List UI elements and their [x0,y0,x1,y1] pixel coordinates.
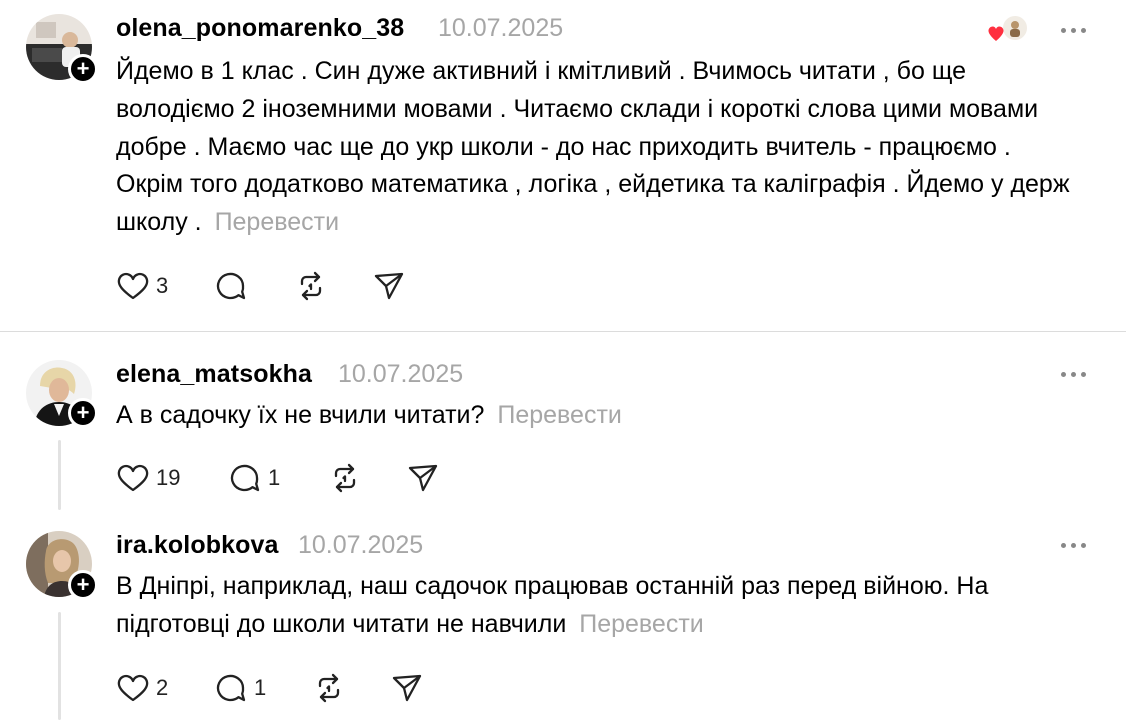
more-icon[interactable] [1061,371,1089,379]
repost-button[interactable] [312,670,346,706]
username[interactable]: elena_matsokha [116,360,312,389]
post-date: 10.07.2025 [298,531,424,559]
comment-icon [214,671,248,705]
like-button[interactable]: 3 [116,268,168,304]
heart-icon [116,270,150,302]
share-button[interactable] [390,670,424,706]
translate-link[interactable]: Перевести [579,610,704,638]
post-actions: 19 1 [116,460,446,496]
username[interactable]: olena_ponomarenko_38 [116,14,404,43]
reply-button[interactable]: 1 [214,670,266,706]
repost-icon [312,671,346,705]
follow-plus-icon[interactable]: + [68,54,98,84]
username[interactable]: ira.kolobkova [116,531,278,560]
repost-icon [294,269,328,303]
reply-button[interactable]: 1 [228,460,280,496]
like-count: 3 [156,273,169,298]
reply-button[interactable] [214,268,248,304]
post-date: 10.07.2025 [438,14,564,42]
translate-link[interactable]: Перевести [215,208,340,236]
post-body: В Дніпрі, наприклад, наш садочок працюва… [116,572,989,638]
like-button[interactable]: 19 [116,460,180,496]
heart-icon [116,462,150,494]
post-text: В Дніпрі, наприклад, наш садочок працюва… [116,568,1101,644]
post-actions: 2 1 [116,670,426,706]
post-body: А в садочку їх не вчили читати? [116,401,485,429]
share-icon [390,671,424,705]
more-icon[interactable] [1061,27,1089,35]
share-icon [372,269,406,303]
post-text: Йдемо в 1 клас . Син дуже активний і кмі… [116,53,1076,242]
translate-link[interactable]: Перевести [497,401,622,429]
share-button[interactable] [406,460,440,496]
thread-divider [0,331,1126,332]
follow-plus-icon[interactable]: + [68,398,98,428]
reply-count: 1 [254,675,267,700]
share-button[interactable] [372,268,406,304]
comment-icon [214,269,248,303]
post-date: 10.07.2025 [338,360,464,388]
post-text: А в садочку їх не вчили читати? Перевест… [116,397,1076,435]
like-count: 2 [156,675,169,700]
post-actions: 3 [116,268,416,304]
share-icon [406,461,440,495]
thread-line [58,612,61,720]
like-button[interactable]: 2 [116,670,168,706]
thread-line [58,440,61,510]
follow-plus-icon[interactable]: + [68,570,98,600]
liked-by-author-icon [986,14,1030,49]
like-count: 19 [156,465,181,490]
repost-button[interactable] [294,268,328,304]
more-icon[interactable] [1061,542,1089,550]
comment-icon [228,461,262,495]
reply-count: 1 [268,465,281,490]
repost-icon [328,461,362,495]
heart-icon [116,672,150,704]
repost-button[interactable] [328,460,362,496]
